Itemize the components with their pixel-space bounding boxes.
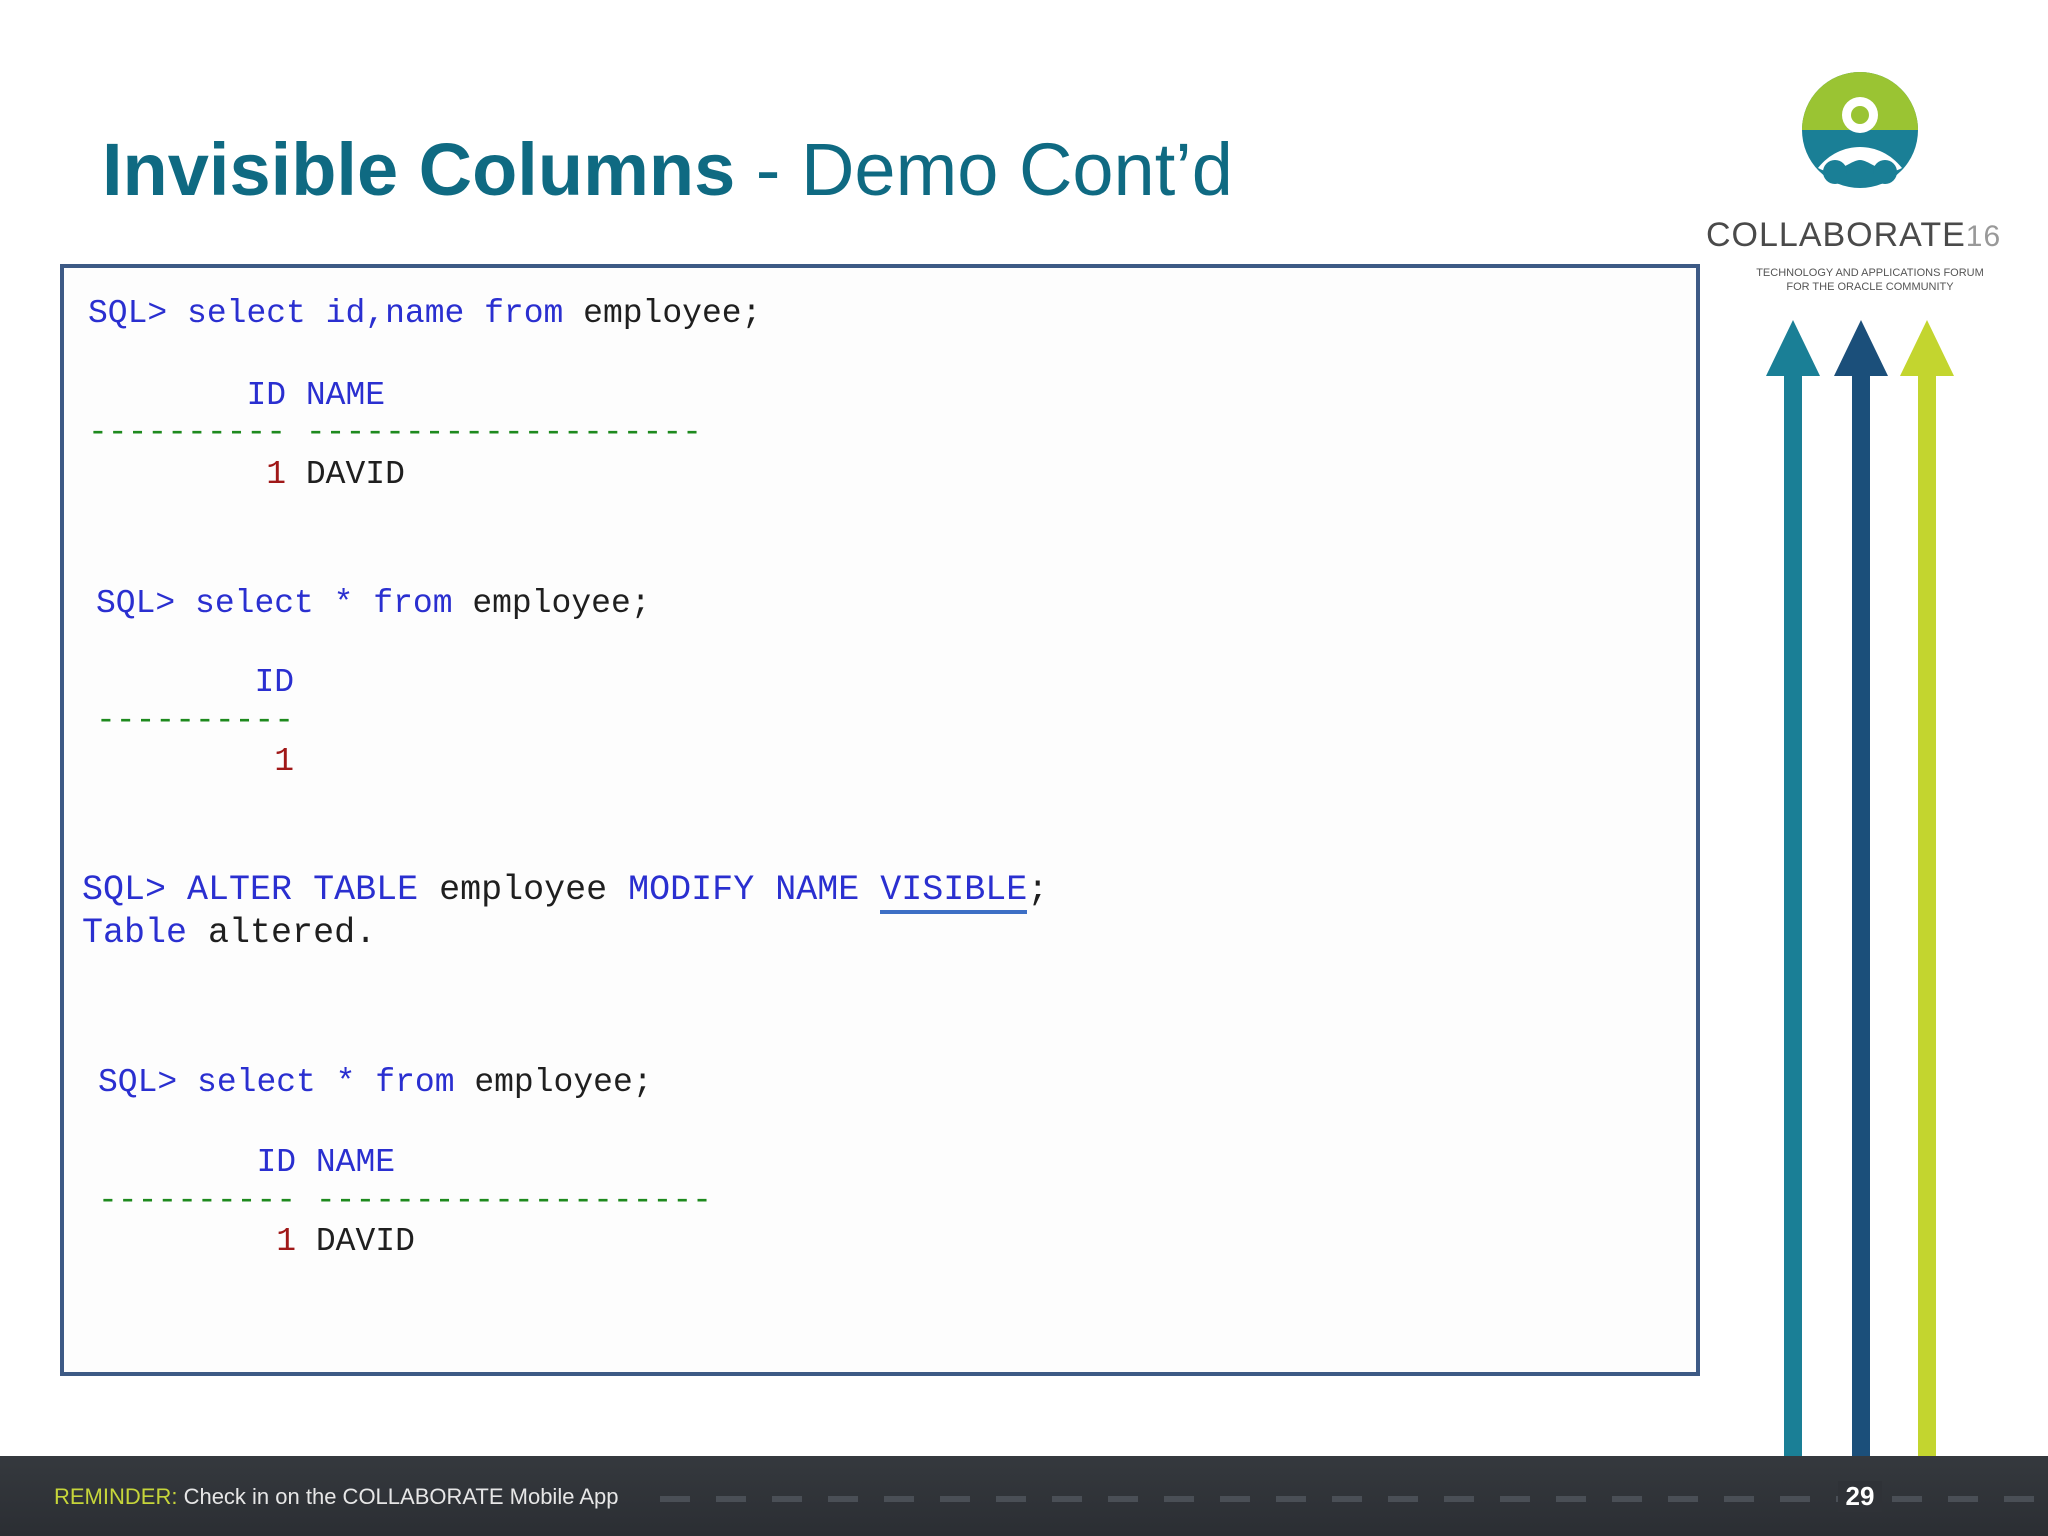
sql-keyword: from [375,1064,455,1101]
sql-star: * [335,1064,356,1101]
sql-keyword: MODIFY [628,870,755,910]
logo-word: COLLABORATE [1706,216,1966,254]
column-header-id: ID [254,664,295,701]
sql-keyword: from [484,295,564,332]
sql-table-name: employee [439,870,608,910]
column-header-id: ID [256,1144,297,1181]
sql-keyword: select [195,585,314,622]
column-header-name: NAME [315,1144,396,1181]
logo-tagline-1: TECHNOLOGY AND APPLICATIONS FORUM [1756,267,1984,279]
separator-id: ---------- [88,414,287,451]
sql-columns: id,name [325,295,465,332]
result-header-1: ID NAME [88,376,385,416]
sql-keyword: ALTER [187,870,293,910]
sql-command-2: SQL> select * from employee; [96,584,651,624]
column-header-name: NAME [305,377,386,414]
column-header-id: ID [246,377,287,414]
sql-command-1: SQL> select id,name from employee; [88,294,761,334]
sql-star: * [333,585,354,622]
sql-prompt: SQL> [96,585,176,622]
sql-table-name: employee; [474,1064,653,1101]
sql-table-name: employee; [472,585,651,622]
slide-title: Invisible Columns - Demo Cont’d [102,122,1233,218]
result-header-2: ID [96,663,294,703]
page-number: 29 [1838,1481,1882,1512]
collaborate-logo-icon [1802,72,1918,188]
sql-table-name: employee; [583,295,762,332]
sql-keyword: select [187,295,306,332]
result-separator-1: ---------- -------------------- [88,413,702,453]
result-row-2: 1 [96,742,294,782]
cell-id: 1 [274,743,295,780]
sql-keyword: TABLE [313,870,419,910]
cell-id: 1 [266,456,287,493]
sql-prompt: SQL> [98,1064,178,1101]
sql-keyword: select [197,1064,316,1101]
cell-name: DAVID [305,456,405,493]
sql-keyword: NAME [775,870,860,910]
separator-id: ---------- [96,702,295,739]
sql-command-4: SQL> select * from employee; [98,1063,653,1103]
slide-title-bold: Invisible Columns [102,128,736,211]
separator-id: ---------- [98,1182,297,1219]
result-text: altered. [208,913,377,953]
result-row-1: 1 DAVID [88,455,405,495]
result-separator-4: ---------- -------------------- [98,1181,712,1221]
cell-id: 1 [276,1223,297,1260]
result-separator-2: ---------- [96,701,294,741]
sql-result-3: Table altered. [82,912,376,954]
logo-year: 16 [1965,220,2002,253]
logo-tagline-2: FOR THE ORACLE COMMUNITY [1786,281,1954,293]
logo-wordmark: COLLABORATE16 [1706,216,2026,255]
separator-name: -------------------- [315,1182,712,1219]
sql-keyword: from [373,585,453,622]
reminder-label: REMINDER: [54,1484,178,1509]
separator-name: -------------------- [305,414,702,451]
sql-command-3: SQL> ALTER TABLE employee MODIFY NAME VI… [82,869,1049,914]
sql-prompt: SQL> [82,870,167,910]
footer-reminder: REMINDER: Check in on the COLLABORATE Mo… [54,1484,618,1510]
sql-semicolon: ; [1027,870,1049,910]
cell-name: DAVID [315,1223,415,1260]
slide-title-rest: - Demo Cont’d [735,128,1233,211]
sql-keyword-visible: VISIBLE [880,870,1028,914]
result-keyword: Table [82,913,188,953]
logo-tagline: TECHNOLOGY AND APPLICATIONS FORUM FOR THE… [1720,266,2020,294]
result-row-4: 1 DAVID [98,1222,415,1262]
result-header-4: ID NAME [98,1143,395,1183]
decorative-arrows-icon [1766,320,1954,1460]
reminder-text: Check in on the COLLABORATE Mobile App [177,1484,619,1509]
sql-prompt: SQL> [88,295,168,332]
